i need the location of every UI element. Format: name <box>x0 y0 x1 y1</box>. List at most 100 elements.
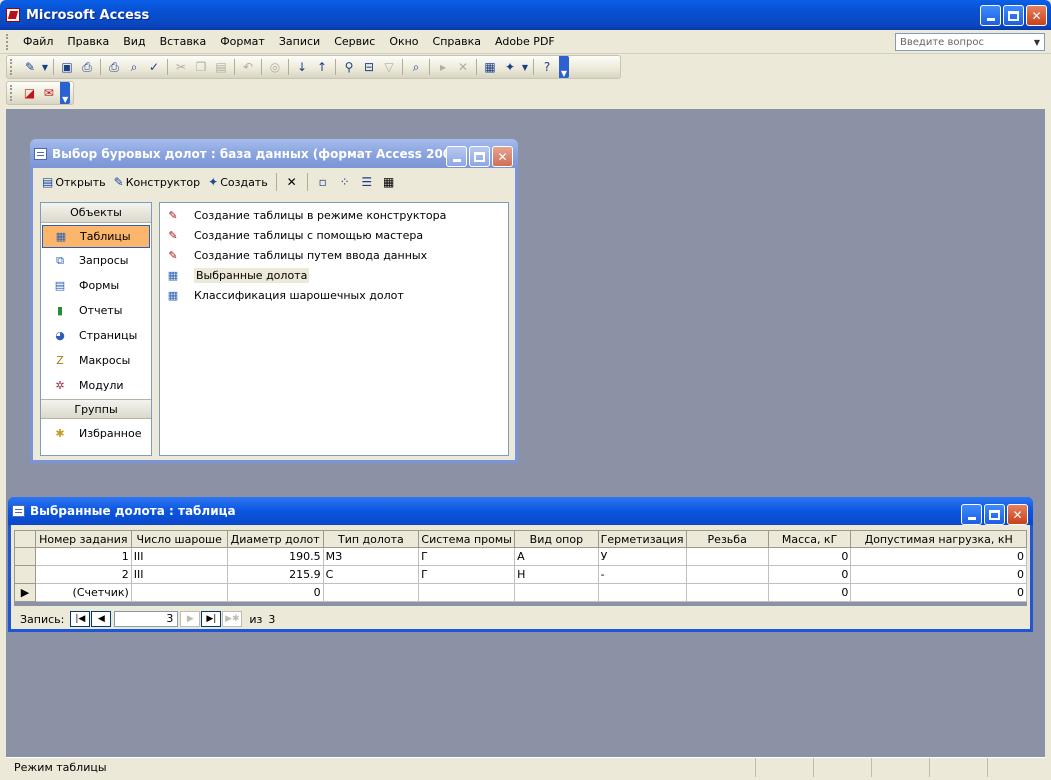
view-icon[interactable]: ✎ <box>20 58 40 76</box>
menu-tools[interactable]: Сервис <box>327 35 382 48</box>
large-icons-icon[interactable]: ▫ <box>313 173 333 191</box>
table-row[interactable]: 2 III 215.9 С Г Н - 0 0 <box>14 565 1027 584</box>
object-modules[interactable]: ✲ Модули <box>41 373 151 398</box>
minimize-button[interactable] <box>446 146 467 167</box>
convert-to-pdf-icon[interactable]: ◪ <box>20 84 39 102</box>
column-header[interactable]: Число шароше <box>130 530 228 548</box>
first-record-button[interactable]: |◀ <box>70 611 91 627</box>
copy-icon[interactable]: ❐ <box>191 58 211 76</box>
select-all-corner[interactable] <box>14 530 36 548</box>
table-cell[interactable] <box>322 583 420 602</box>
table-cell[interactable]: 1 <box>34 547 132 566</box>
table-cell[interactable]: Г <box>418 565 516 584</box>
next-record-button[interactable]: ▶ <box>180 611 201 627</box>
table-cell[interactable] <box>685 583 769 602</box>
column-header[interactable]: Номер задания <box>34 530 132 548</box>
table-cell[interactable]: У <box>597 547 687 566</box>
groups-header[interactable]: Группы <box>41 399 151 419</box>
chevron-down-icon[interactable]: ▼ <box>40 58 50 76</box>
sort-ascending-icon[interactable]: ↓ <box>292 58 312 76</box>
spelling-icon[interactable]: ✓ <box>144 58 164 76</box>
print-preview-icon[interactable]: ⌕ <box>124 58 144 76</box>
previous-record-button[interactable]: ◀ <box>91 611 112 627</box>
find-icon[interactable]: ⌕ <box>406 58 426 76</box>
list-item[interactable]: ✎ Создание таблицы путем ввода данных <box>160 245 508 265</box>
new-record-button[interactable]: ▶✱ <box>222 611 243 627</box>
table-cell[interactable]: 0 <box>767 565 852 584</box>
undo-icon[interactable]: ↶ <box>238 58 258 76</box>
toolbar-grip-icon[interactable] <box>10 59 14 75</box>
table-cell[interactable]: (Счетчик) <box>34 583 132 602</box>
new-object-icon[interactable]: ✦ <box>500 58 520 76</box>
table-cell[interactable]: - <box>597 565 687 584</box>
menu-edit[interactable]: Правка <box>60 35 116 48</box>
list-view-icon[interactable]: ☰ <box>357 173 377 191</box>
table-cell[interactable]: 0 <box>767 547 852 566</box>
design-button[interactable]: ✎ Конструктор <box>111 175 204 189</box>
table-cell[interactable]: Н <box>514 565 599 584</box>
record-selector[interactable] <box>14 565 36 584</box>
object-tables[interactable]: ▦ Таблицы <box>42 225 150 248</box>
close-button[interactable]: ✕ <box>1026 5 1047 26</box>
objects-header[interactable]: Объекты <box>41 203 151 223</box>
table-cell[interactable]: III <box>130 547 228 566</box>
column-header[interactable]: Допустимая нагрузка, кН <box>850 530 1027 548</box>
object-macros[interactable]: Z Макросы <box>41 348 151 373</box>
print-icon[interactable]: ⎙ <box>104 58 124 76</box>
last-record-button[interactable]: ▶| <box>201 611 222 627</box>
table-cell[interactable] <box>418 583 516 602</box>
table-cell[interactable]: 0 <box>850 547 1027 566</box>
ask-question-input[interactable]: Введите вопрос ▼ <box>895 33 1045 51</box>
database-window-icon[interactable]: ▦ <box>480 58 500 76</box>
filter-by-selection-icon[interactable]: ⚲ <box>339 58 359 76</box>
table-cell[interactable]: 0 <box>767 583 852 602</box>
chevron-down-icon[interactable]: ▼ <box>520 58 530 76</box>
table-cell[interactable] <box>514 583 599 602</box>
table-cell[interactable] <box>685 565 769 584</box>
table-cell[interactable] <box>685 547 769 566</box>
maximize-button[interactable] <box>1003 5 1024 26</box>
table-cell[interactable] <box>597 583 687 602</box>
column-header[interactable]: Резьба <box>685 530 769 548</box>
table-cell[interactable]: 190.5 <box>226 547 324 566</box>
close-button[interactable]: ✕ <box>1007 504 1028 525</box>
list-item[interactable]: ▦ Классификация шарошечных долот <box>160 285 508 305</box>
paste-icon[interactable]: ▤ <box>211 58 231 76</box>
minimize-button[interactable] <box>980 5 1001 26</box>
filter-by-form-icon[interactable]: ⊟ <box>359 58 379 76</box>
table-cell[interactable]: 0 <box>850 565 1027 584</box>
details-view-icon[interactable]: ▦ <box>379 173 399 191</box>
current-record-input[interactable]: 3 <box>114 611 179 627</box>
apply-filter-icon[interactable]: ▽ <box>379 58 399 76</box>
group-favorites[interactable]: ✱ Избранное <box>41 421 151 446</box>
table-cell[interactable]: 2 <box>34 565 132 584</box>
close-button[interactable]: ✕ <box>492 146 513 167</box>
table-cell[interactable]: А <box>514 547 599 566</box>
toolbar-options-icon[interactable]: ▼ <box>559 56 569 78</box>
delete-icon[interactable]: ✕ <box>282 173 302 191</box>
record-selector[interactable]: ▶ <box>14 583 36 602</box>
table-cell[interactable] <box>130 583 228 602</box>
list-item[interactable]: ✎ Создание таблицы в режиме конструктора <box>160 205 508 225</box>
delete-record-icon[interactable]: ✕ <box>453 58 473 76</box>
menu-adobe-pdf[interactable]: Adobe PDF <box>488 35 562 48</box>
create-button[interactable]: ✦ Создать <box>205 175 271 189</box>
menu-records[interactable]: Записи <box>272 35 327 48</box>
list-item[interactable]: ✎ Создание таблицы с помощью мастера <box>160 225 508 245</box>
table-cell[interactable]: Г <box>418 547 516 566</box>
toolbar-grip-icon[interactable] <box>10 85 14 101</box>
record-selector[interactable] <box>14 547 36 566</box>
menu-format[interactable]: Формат <box>213 35 272 48</box>
convert-and-email-pdf-icon[interactable]: ✉ <box>39 84 58 102</box>
chevron-down-icon[interactable]: ▼ <box>1034 38 1040 47</box>
minimize-button[interactable] <box>961 504 982 525</box>
list-item[interactable]: ▦ Выбранные долота <box>160 265 508 285</box>
save-icon[interactable]: ▣ <box>57 58 77 76</box>
object-forms[interactable]: ▤ Формы <box>41 273 151 298</box>
file-search-icon[interactable]: ⎙ <box>77 58 97 76</box>
new-record-icon[interactable]: ▸ <box>433 58 453 76</box>
column-header[interactable]: Масса, кГ <box>767 530 852 548</box>
object-reports[interactable]: ▮ Отчеты <box>41 298 151 323</box>
column-header[interactable]: Система промы <box>418 530 516 548</box>
menu-insert[interactable]: Вставка <box>153 35 214 48</box>
